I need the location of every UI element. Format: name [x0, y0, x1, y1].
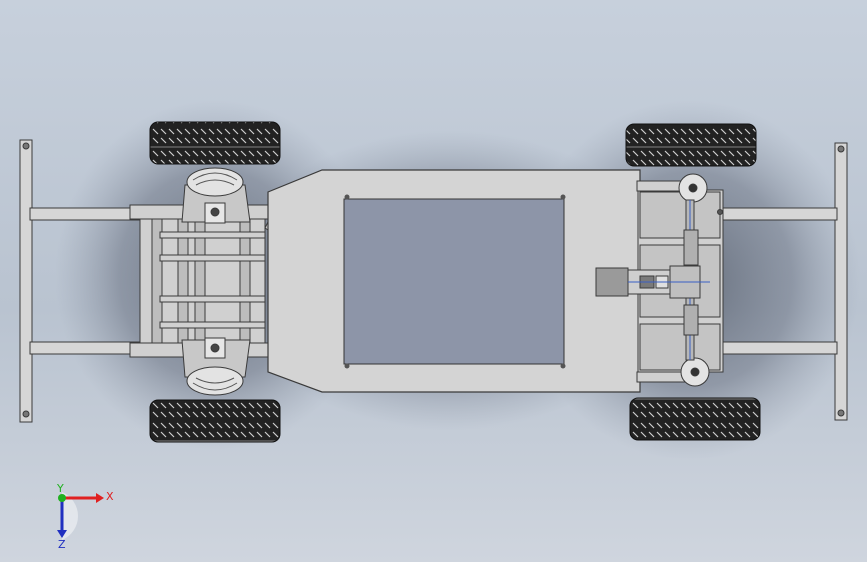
y-axis-dot — [58, 494, 66, 502]
x-axis-head — [96, 493, 104, 503]
tire-rear-bottom[interactable] — [629, 397, 761, 441]
chassis-model[interactable] — [0, 0, 867, 562]
battery-panel[interactable] — [343, 198, 565, 365]
tire-front-top[interactable] — [149, 121, 281, 165]
coordinate-triad: X Y Z — [56, 482, 114, 550]
x-axis-label: X — [106, 490, 114, 503]
z-axis-label: Z — [58, 538, 66, 550]
y-axis-label: Y — [56, 482, 64, 495]
tire-front-bottom[interactable] — [149, 399, 281, 443]
cad-graphics-viewport[interactable]: X Y Z — [0, 0, 867, 562]
main-deck-plate[interactable] — [267, 169, 641, 393]
tire-rear-top[interactable] — [625, 123, 757, 167]
